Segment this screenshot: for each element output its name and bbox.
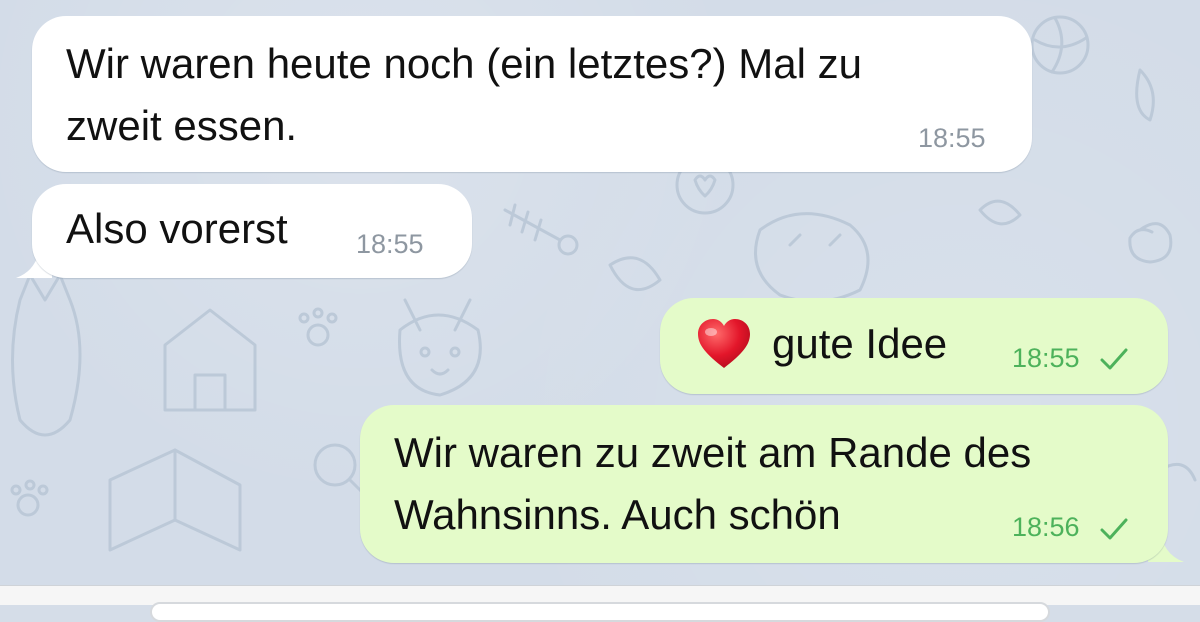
message-text-line: Also vorerst — [66, 205, 288, 252]
message-input-bar — [0, 585, 1200, 622]
message-input[interactable] — [150, 602, 1050, 622]
message-time: 18:55 — [1012, 343, 1080, 373]
message-list[interactable]: Wir waren heute noch (ein letztes?) Mal … — [0, 0, 1200, 605]
check-icon — [1100, 518, 1128, 540]
message-time: 18:56 — [1012, 512, 1080, 542]
check-icon — [1100, 348, 1128, 370]
message-text-line: zweit essen. — [66, 102, 298, 149]
message-time: 18:55 — [356, 229, 424, 259]
message-text-line: Wir waren zu zweit am Rande des — [394, 429, 1032, 476]
message-text-line: Wahnsinns. Auch schön — [394, 491, 841, 538]
message-text-line: gute Idee — [772, 320, 948, 367]
message-text-line: Wir waren heute noch (ein letztes?) Mal … — [66, 40, 863, 87]
heart-emoji-icon — [698, 319, 750, 368]
message-time: 18:55 — [918, 123, 986, 153]
